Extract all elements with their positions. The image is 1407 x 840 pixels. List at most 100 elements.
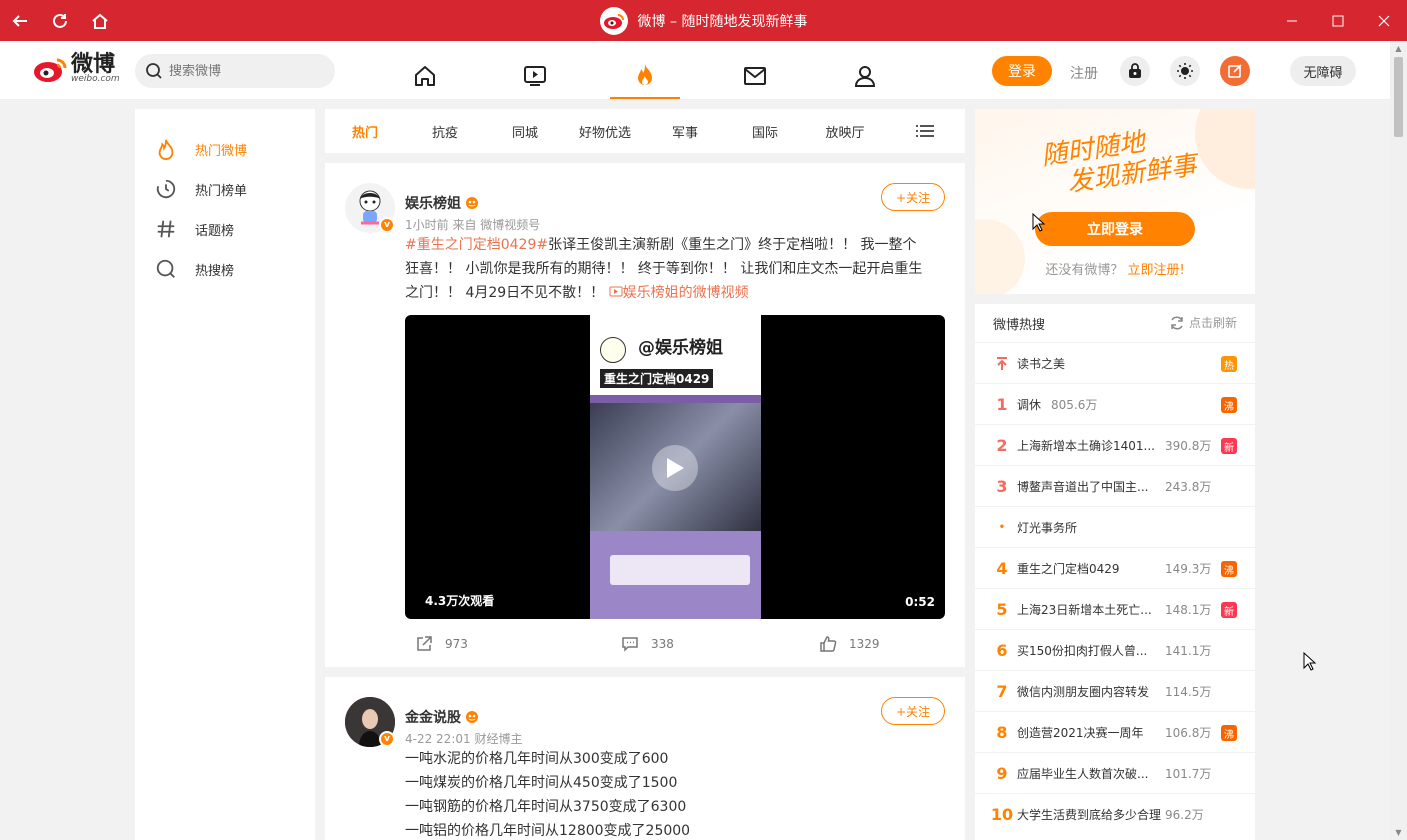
- hot-search-item[interactable]: 5 上海23日新增本土死亡... 148.1万新: [975, 588, 1255, 629]
- register-link[interactable]: 注册: [1070, 63, 1098, 83]
- nav-video-icon[interactable]: [500, 53, 570, 99]
- post-meta: 4-22 22:01 财经博主: [405, 732, 523, 746]
- hot-search-title-text: 灯光事务所: [1017, 521, 1078, 535]
- lock-icon: [1129, 63, 1141, 78]
- register-now-link[interactable]: 立即注册!: [1127, 263, 1184, 278]
- sidebar-item-hot-search[interactable]: 热搜榜: [155, 257, 234, 281]
- tab-anti-epidemic[interactable]: 抗疫: [405, 109, 485, 153]
- hot-search-count: 141.1万: [1165, 644, 1212, 658]
- hot-search-count: 149.3万: [1165, 562, 1212, 576]
- theme-toggle-button[interactable]: [1170, 56, 1200, 86]
- hot-search-title: 微博热搜: [993, 318, 1046, 333]
- hot-search-item[interactable]: 8 创造营2021决赛一周年 106.8万沸: [975, 711, 1255, 752]
- accessibility-button[interactable]: 无障碍: [1290, 56, 1356, 86]
- search-icon: [156, 259, 175, 278]
- sidebar-item-topics[interactable]: 话题榜: [155, 217, 234, 241]
- tab-local[interactable]: 同城: [485, 109, 565, 153]
- hot-search-item[interactable]: • 灯光事务所: [975, 506, 1255, 547]
- refresh-button[interactable]: 点击刷新: [1169, 314, 1237, 331]
- hot-search-panel: 微博热搜 点击刷新 读书之美热 1 调休 805.6万沸 2 上海新增本土确诊1401..…: [975, 304, 1255, 840]
- tab-international[interactable]: 国际: [725, 109, 805, 153]
- hot-search-count: 101.7万: [1165, 767, 1212, 781]
- hot-search-item[interactable]: 4 重生之门定档0429 149.3万沸: [975, 547, 1255, 588]
- sidebar-item-hot-weibo[interactable]: 热门微博: [155, 137, 247, 161]
- tab-goods[interactable]: 好物优选: [565, 109, 645, 153]
- left-sidebar: 热门微博 热门榜单 话题榜 热搜榜: [135, 109, 315, 840]
- search-icon: [146, 63, 162, 79]
- tab-more-icon[interactable]: [885, 109, 965, 153]
- tab-hot[interactable]: 热门: [325, 109, 405, 153]
- scroll-thumb[interactable]: [1394, 57, 1403, 137]
- hot-search-item[interactable]: 6 买150份扣肉打假人曾... 141.1万: [975, 629, 1255, 670]
- login-card: 随时随地 发现新鲜事 立即登录 还没有微博？ 立即注册!: [975, 109, 1255, 294]
- hot-search-item[interactable]: 2 上海新增本土确诊1401... 390.8万新: [975, 424, 1255, 465]
- post-line: 一吨水泥的价格几年时间从300变成了600: [405, 751, 669, 767]
- play-icon[interactable]: [652, 445, 698, 491]
- post-actions: 973 338 1329: [405, 635, 945, 659]
- post-author[interactable]: 娱乐榜姐: [405, 193, 479, 213]
- nav-profile-icon[interactable]: [830, 53, 900, 99]
- login-button[interactable]: 登录: [992, 56, 1052, 86]
- hot-search-rank: 8: [996, 723, 1008, 742]
- page-scrollbar[interactable]: ▲ ▼: [1390, 41, 1407, 840]
- tab-cinema[interactable]: 放映厅: [805, 109, 885, 153]
- hot-search-rank: 5: [996, 600, 1008, 619]
- hot-search-item[interactable]: 7 微信内测朋友圈内容转发 114.5万: [975, 670, 1255, 711]
- hot-search-rank: 3: [996, 477, 1008, 496]
- scroll-down-icon[interactable]: ▼: [1394, 828, 1403, 837]
- video-player[interactable]: @娱乐榜姐 重生之门定档0429 4.3万次观看 0:52: [405, 315, 945, 619]
- sun-icon: [1177, 63, 1193, 79]
- no-account-label: 还没有微博？: [1045, 263, 1124, 278]
- video-link[interactable]: 娱乐榜姐的微博视频: [609, 285, 749, 301]
- post-author[interactable]: 金金说股: [405, 707, 479, 727]
- comment-button[interactable]: 338: [621, 635, 674, 653]
- nav-home-icon[interactable]: [390, 53, 460, 99]
- hot-search-title-text: 读书之美: [1017, 357, 1066, 371]
- feed-post: v 娱乐榜姐 1小时前 来自 微博视频号 +关注 #重生之门定档0429#张译王…: [325, 163, 965, 667]
- vip-icon: [466, 711, 478, 723]
- minimize-icon[interactable]: [1269, 0, 1315, 41]
- share-icon: [417, 636, 432, 651]
- post-line: 一吨煤炭的价格几年时间从450变成了1500: [405, 775, 678, 791]
- like-button[interactable]: 1329: [819, 635, 880, 653]
- hot-search-rank: •: [998, 522, 1006, 533]
- nav-hot-icon[interactable]: [610, 53, 680, 99]
- repost-count: 973: [445, 637, 468, 651]
- hot-search-item[interactable]: 9 应届毕业生人数首次破... 101.7万: [975, 752, 1255, 793]
- hot-search-title-text: 大学生活费到底给多少合理: [1017, 808, 1162, 822]
- hot-search-title-text: 重生之门定档0429: [1017, 562, 1120, 576]
- follow-button[interactable]: +关注: [881, 183, 945, 211]
- search-box[interactable]: [135, 54, 335, 88]
- hot-search-badge: 新: [1221, 602, 1237, 618]
- hot-search-rank: 4: [996, 559, 1008, 578]
- thumbs-up-icon: [820, 636, 837, 652]
- hot-search-title-text: 创造营2021决赛一周年: [1017, 726, 1144, 740]
- hot-search-item[interactable]: 10 大学生活费到底给多少合理 96.2万: [975, 793, 1255, 834]
- hot-search-item[interactable]: 3 博鳌声音道出了中国主... 243.8万: [975, 465, 1255, 506]
- sidebar-item-hot-list[interactable]: 热门榜单: [155, 177, 247, 201]
- hot-search-title-text: 博鳌声音道出了中国主...: [1017, 480, 1149, 494]
- verified-badge-icon: v: [379, 731, 395, 747]
- post-hashtag[interactable]: #重生之门定档0429#: [405, 237, 548, 253]
- close-icon[interactable]: [1361, 0, 1407, 41]
- tab-military[interactable]: 军事: [645, 109, 725, 153]
- like-count: 1329: [849, 637, 880, 651]
- hot-search-title-text: 上海23日新增本土死亡...: [1017, 603, 1152, 617]
- hot-search-item[interactable]: 读书之美 热: [975, 342, 1255, 383]
- sidebar-item-label: 热搜榜: [195, 263, 235, 279]
- nav-message-icon[interactable]: [720, 53, 790, 99]
- weibo-logo[interactable]: 微博 weibo.com: [33, 53, 120, 84]
- hot-search-item[interactable]: 1 调休 805.6万 沸: [975, 383, 1255, 424]
- category-tabs: 热门 抗疫 同城 好物优选 军事 国际 放映厅: [325, 109, 965, 153]
- app-download-button[interactable]: [1120, 56, 1150, 86]
- maximize-icon[interactable]: [1315, 0, 1361, 41]
- login-now-button[interactable]: 立即登录: [1035, 212, 1195, 246]
- hot-search-rank: 2: [996, 436, 1008, 455]
- video-link-label: 娱乐榜姐的微博视频: [622, 285, 749, 301]
- search-input[interactable]: [169, 63, 319, 79]
- compose-button[interactable]: [1220, 56, 1250, 86]
- sidebar-item-label: 热门微博: [195, 143, 248, 159]
- follow-button[interactable]: +关注: [881, 697, 945, 725]
- repost-button[interactable]: 973: [415, 635, 468, 653]
- scroll-up-icon[interactable]: ▲: [1394, 44, 1403, 53]
